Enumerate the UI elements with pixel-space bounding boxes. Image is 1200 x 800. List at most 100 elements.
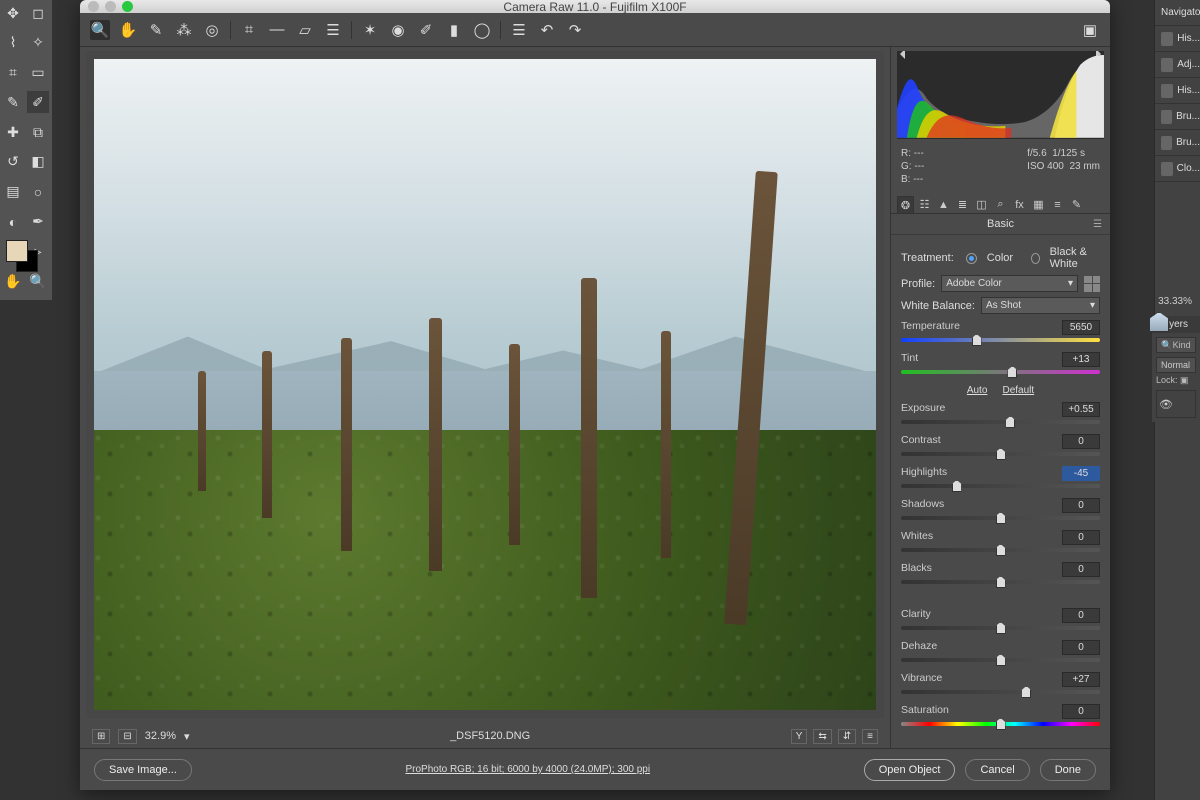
layer-row[interactable]: 👁 — [1156, 390, 1196, 418]
slider-thumb[interactable] — [972, 334, 982, 346]
dock-tab[interactable]: Bru... — [1155, 130, 1200, 156]
hand-tool-icon[interactable]: ✋ — [118, 20, 138, 40]
shadows-value[interactable]: 0 — [1062, 498, 1100, 513]
blend-mode-select[interactable]: Normal — [1156, 357, 1196, 373]
dock-tab[interactable]: Bru... — [1155, 104, 1200, 130]
wand-tool-icon[interactable]: ✧ — [27, 32, 49, 54]
dock-tab[interactable]: Clo... — [1155, 156, 1200, 182]
treatment-color-radio[interactable] — [966, 253, 977, 264]
color-swatches[interactable] — [6, 240, 28, 262]
save-image-button[interactable]: Save Image... — [94, 759, 192, 781]
treatment-color-text[interactable]: Color — [987, 252, 1013, 264]
visibility-icon[interactable]: 👁 — [1159, 398, 1173, 411]
history-brush-icon[interactable]: ↺ — [2, 151, 24, 173]
done-button[interactable]: Done — [1040, 759, 1096, 781]
gradient-tool-icon[interactable]: ▤ — [2, 181, 24, 203]
view-settings-icon[interactable]: ≡ — [862, 729, 878, 744]
dodge-tool-icon[interactable]: ◐ — [2, 211, 24, 233]
shadows-slider[interactable]: Shadows0 — [901, 498, 1100, 520]
marquee-tool-icon[interactable]: ◻ — [27, 2, 49, 24]
slider-thumb[interactable] — [1007, 366, 1017, 378]
vibrance-slider[interactable]: Vibrance+27 — [901, 672, 1100, 694]
open-object-button[interactable]: Open Object — [864, 759, 956, 781]
radial-filter-icon[interactable]: ◯ — [472, 20, 492, 40]
whites-value[interactable]: 0 — [1062, 530, 1100, 545]
straighten-tool-icon[interactable]: — — [267, 20, 287, 40]
default-link[interactable]: Default — [1002, 385, 1034, 396]
tab-presets-icon[interactable]: ≡ — [1049, 196, 1066, 213]
navigator-zoom[interactable]: 33.33% — [1158, 296, 1192, 307]
adjustment-brush-icon[interactable]: ✐ — [416, 20, 436, 40]
tab-fx-icon[interactable]: fx — [1011, 196, 1028, 213]
healing-tool-icon[interactable]: ✚ — [2, 121, 24, 143]
tab-curve-icon[interactable]: ☷ — [916, 196, 933, 213]
hand-tool-icon[interactable]: ✋ — [2, 270, 24, 292]
rotate-ccw-icon[interactable]: ↶ — [537, 20, 557, 40]
treatment-bw-text[interactable]: Black & White — [1050, 246, 1100, 270]
blacks-value[interactable]: 0 — [1062, 562, 1100, 577]
filmstrip-toggle-icon[interactable]: ⊞ — [92, 729, 110, 744]
slider-thumb[interactable] — [996, 622, 1006, 634]
target-adjust-tool-icon[interactable]: ◎ — [202, 20, 222, 40]
clarity-value[interactable]: 0 — [1062, 608, 1100, 623]
zoom-tool-icon[interactable]: 🔍 — [90, 20, 110, 40]
highlights-slider[interactable]: Highlights-45 — [901, 466, 1100, 488]
slider-thumb[interactable] — [996, 448, 1006, 460]
lasso-tool-icon[interactable]: ⌇ — [2, 32, 24, 54]
close-icon[interactable] — [88, 1, 99, 12]
tab-calibration-icon[interactable]: ▦ — [1030, 196, 1047, 213]
exposure-value[interactable]: +0.55 — [1062, 402, 1100, 417]
saturation-slider[interactable]: Saturation0 — [901, 704, 1100, 726]
zoom-level[interactable]: 32.9% — [145, 730, 176, 742]
slider-thumb[interactable] — [1005, 416, 1015, 428]
copy-settings-icon[interactable]: ⇵ — [838, 729, 856, 744]
exposure-slider[interactable]: Exposure+0.55 — [901, 402, 1100, 424]
vibrance-value[interactable]: +27 — [1062, 672, 1100, 687]
frame-tool-icon[interactable]: ▭ — [27, 62, 49, 84]
temperature-value[interactable]: 5650 — [1062, 320, 1100, 335]
cancel-button[interactable]: Cancel — [965, 759, 1029, 781]
image-preview[interactable] — [86, 51, 884, 718]
treatment-bw-radio[interactable] — [1031, 253, 1040, 264]
slider-thumb[interactable] — [996, 654, 1006, 666]
profile-browser-icon[interactable] — [1084, 276, 1100, 292]
slider-thumb[interactable] — [952, 480, 962, 492]
crop-tool-icon[interactable]: ⌗ — [2, 62, 24, 84]
dock-tab[interactable]: His... — [1155, 26, 1200, 52]
zoom-dropdown-icon[interactable]: ▾ — [184, 730, 190, 743]
graduated-filter-icon[interactable]: ▮ — [444, 20, 464, 40]
slider-thumb[interactable] — [1021, 686, 1031, 698]
saturation-value[interactable]: 0 — [1062, 704, 1100, 719]
slider-thumb[interactable] — [996, 576, 1006, 588]
tab-split-icon[interactable]: ◫ — [973, 196, 990, 213]
pen-tool-icon[interactable]: ✒ — [27, 211, 49, 233]
highlights-value[interactable]: -45 — [1062, 466, 1100, 481]
whites-slider[interactable]: Whites0 — [901, 530, 1100, 552]
contrast-slider[interactable]: Contrast0 — [901, 434, 1100, 456]
eyedropper-tool-icon[interactable]: ✎ — [2, 91, 24, 113]
foreground-color-swatch[interactable] — [6, 240, 28, 262]
zoom-tool-icon[interactable]: 🔍 — [27, 270, 49, 292]
navigator-tab[interactable]: Navigator — [1155, 0, 1200, 26]
layers-kind-filter[interactable]: 🔍 Kind — [1156, 337, 1196, 353]
window-titlebar[interactable]: Camera Raw 11.0 - Fujifilm X100F — [80, 0, 1110, 13]
eraser-tool-icon[interactable]: ◧ — [27, 151, 49, 173]
slider-thumb[interactable] — [996, 718, 1006, 730]
wb-select[interactable]: As Shot▾ — [981, 297, 1100, 314]
tab-snapshots-icon[interactable]: ✎ — [1068, 196, 1085, 213]
slider-thumb[interactable] — [996, 544, 1006, 556]
minimize-icon[interactable] — [105, 1, 116, 12]
preferences-icon[interactable]: ☰ — [509, 20, 529, 40]
dock-tab[interactable]: His... — [1155, 78, 1200, 104]
tint-slider[interactable]: Tint+13 — [901, 352, 1100, 374]
dehaze-slider[interactable]: Dehaze0 — [901, 640, 1100, 662]
maximize-icon[interactable] — [122, 1, 133, 12]
tab-lens-icon[interactable]: ⌕ — [992, 196, 1009, 213]
blacks-slider[interactable]: Blacks0 — [901, 562, 1100, 584]
crop-tool-icon[interactable]: ⌗ — [239, 20, 259, 40]
guided-upright-icon[interactable]: ☰ — [323, 20, 343, 40]
color-sampler-tool-icon[interactable]: ⁂ — [174, 20, 194, 40]
clarity-slider[interactable]: Clarity0 — [901, 608, 1100, 630]
histogram[interactable] — [897, 51, 1104, 139]
white-balance-tool-icon[interactable]: ✎ — [146, 20, 166, 40]
